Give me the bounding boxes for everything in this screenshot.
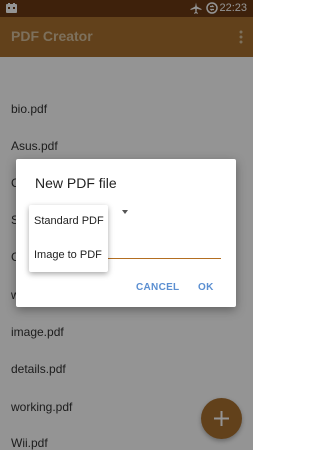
pdf-type-spinner-arrow-icon[interactable] bbox=[122, 210, 128, 214]
cancel-button[interactable]: CANCEL bbox=[136, 282, 179, 293]
filename-input-underline[interactable] bbox=[108, 258, 221, 259]
pdf-type-dropdown: Standard PDF Image to PDF bbox=[29, 205, 108, 272]
dialog-title: New PDF file bbox=[35, 175, 117, 191]
dropdown-option-standard-pdf[interactable]: Standard PDF bbox=[34, 215, 104, 227]
ok-button[interactable]: OK bbox=[198, 282, 214, 293]
dropdown-option-image-to-pdf[interactable]: Image to PDF bbox=[34, 249, 102, 261]
